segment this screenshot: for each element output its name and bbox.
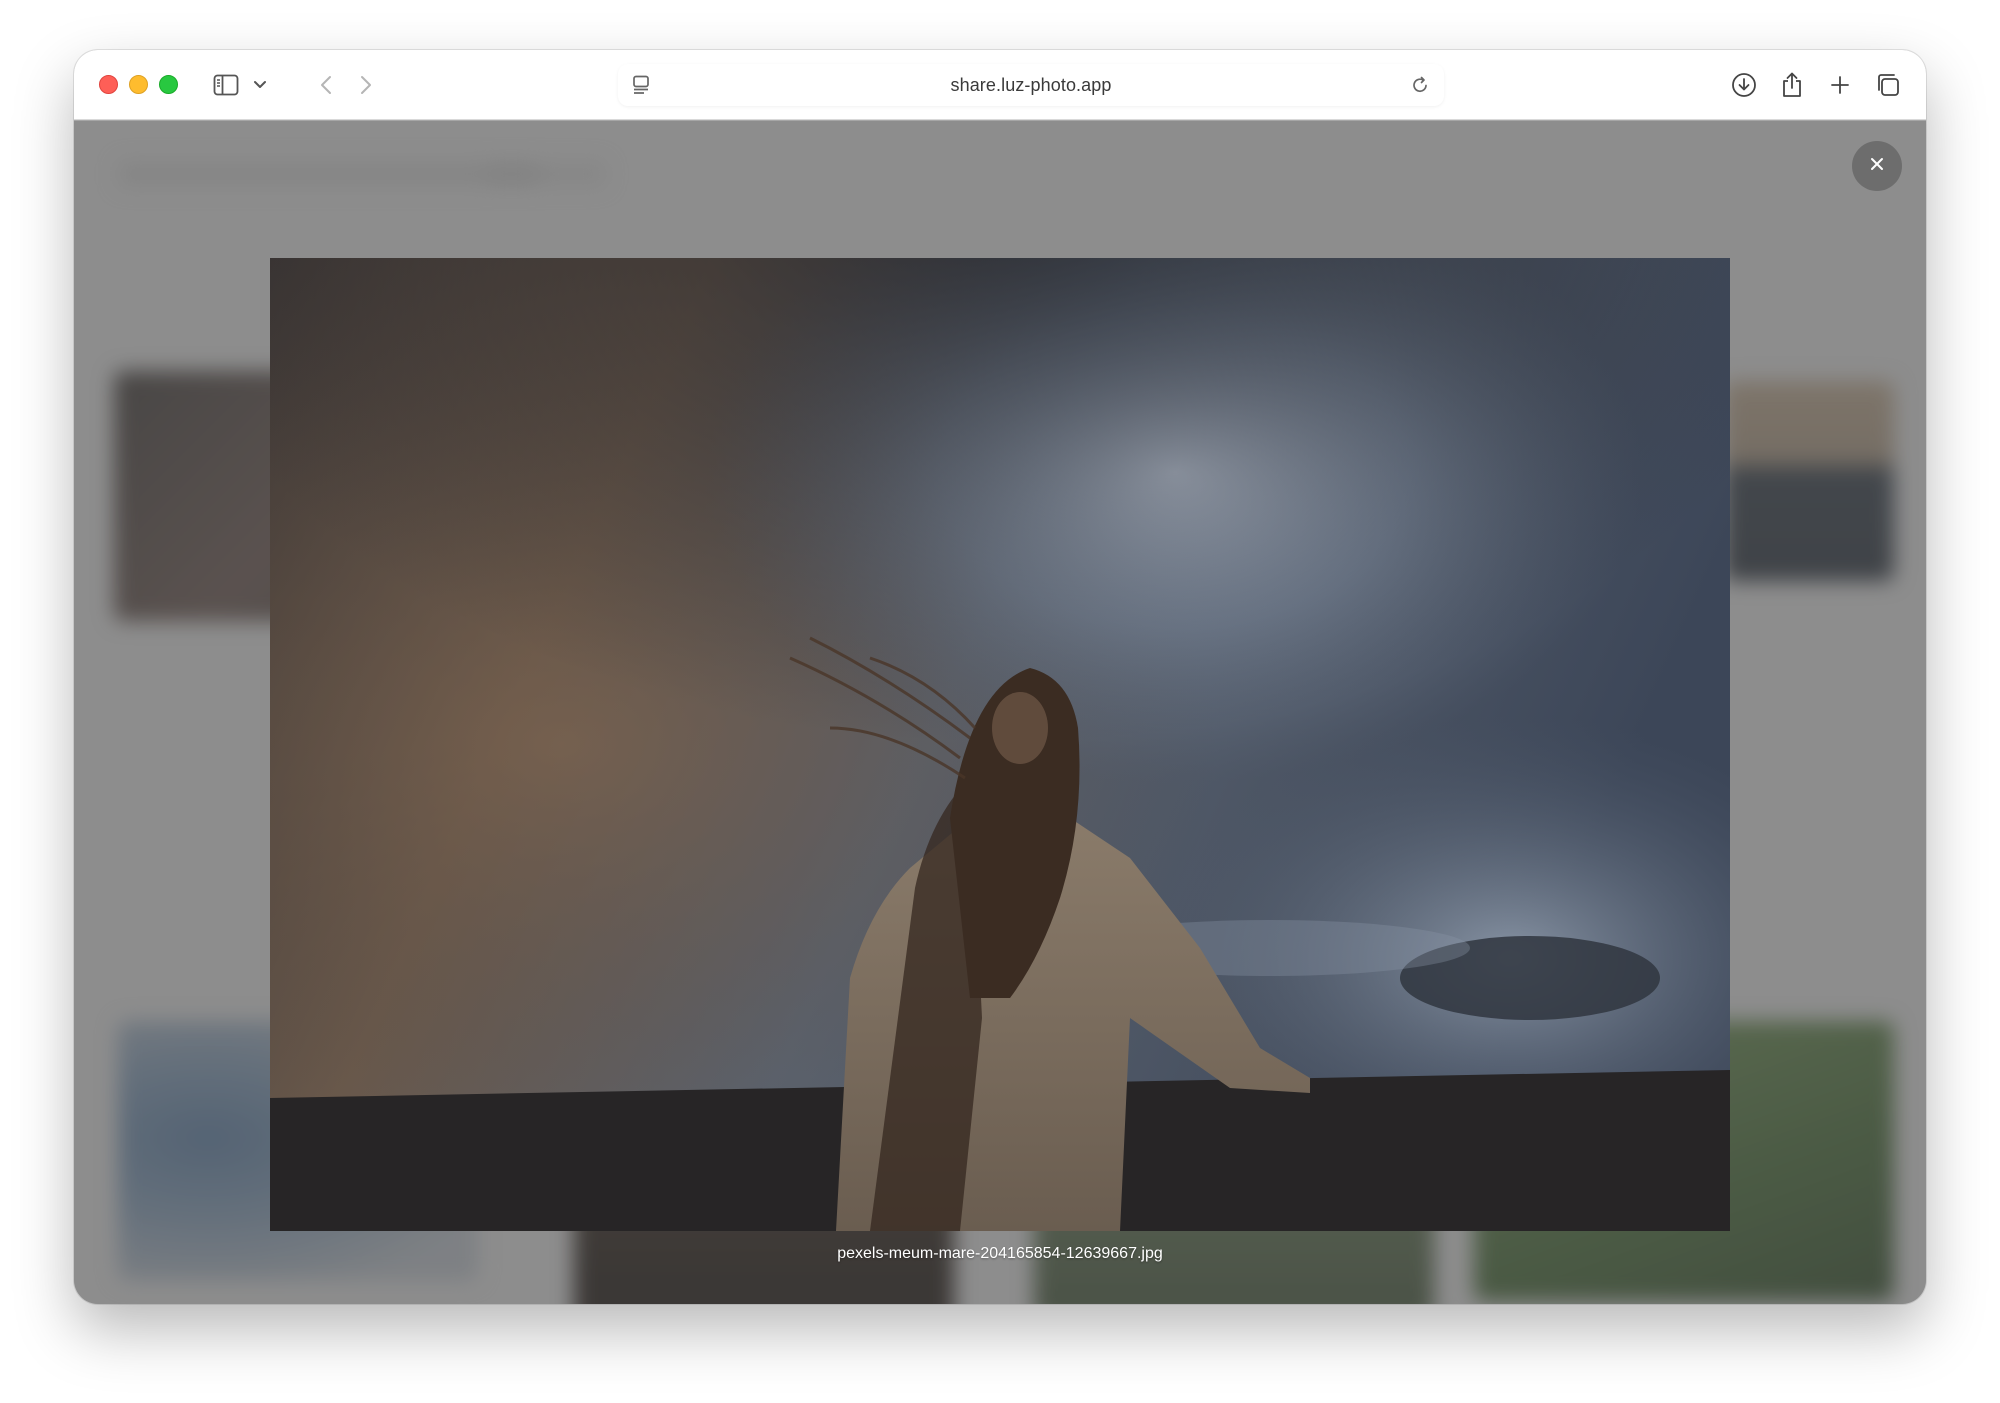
close-icon: [1868, 155, 1886, 178]
forward-button[interactable]: [346, 75, 386, 95]
address-bar[interactable]: share.luz-photo.app: [618, 64, 1444, 106]
sidebar-icon: [213, 74, 239, 96]
reload-icon[interactable]: [1410, 75, 1430, 100]
share-icon: [1781, 72, 1803, 98]
tab-overview-icon: [1875, 72, 1901, 98]
download-button[interactable]: [1726, 67, 1762, 103]
chevron-left-icon: [321, 76, 331, 94]
chevron-right-icon: [361, 76, 371, 94]
page-content: pexels-meum-mare-204165854-12639667.jpg: [74, 121, 1926, 1304]
lightbox-caption: pexels-meum-mare-204165854-12639667.jpg: [837, 1245, 1163, 1262]
share-button[interactable]: [1774, 67, 1810, 103]
tab-overview-button[interactable]: [1870, 67, 1906, 103]
plus-icon: [1829, 74, 1851, 96]
navigation-buttons: [302, 67, 390, 103]
lightbox-close-button[interactable]: [1852, 141, 1902, 191]
window-close-button[interactable]: [99, 75, 118, 94]
window-minimize-button[interactable]: [129, 75, 148, 94]
chevron-down-icon[interactable]: [253, 80, 267, 90]
browser-toolbar: share.luz-photo.app: [74, 50, 1926, 120]
download-icon: [1731, 72, 1757, 98]
new-tab-button[interactable]: [1822, 67, 1858, 103]
sidebar-toggle-button[interactable]: [202, 67, 278, 103]
window-zoom-button[interactable]: [159, 75, 178, 94]
lightbox-photo: [270, 258, 1730, 1231]
browser-window: share.luz-photo.app pexels-meum-mare-204…: [74, 50, 1926, 1304]
back-button[interactable]: [306, 75, 346, 95]
url-text[interactable]: share.luz-photo.app: [618, 75, 1444, 96]
